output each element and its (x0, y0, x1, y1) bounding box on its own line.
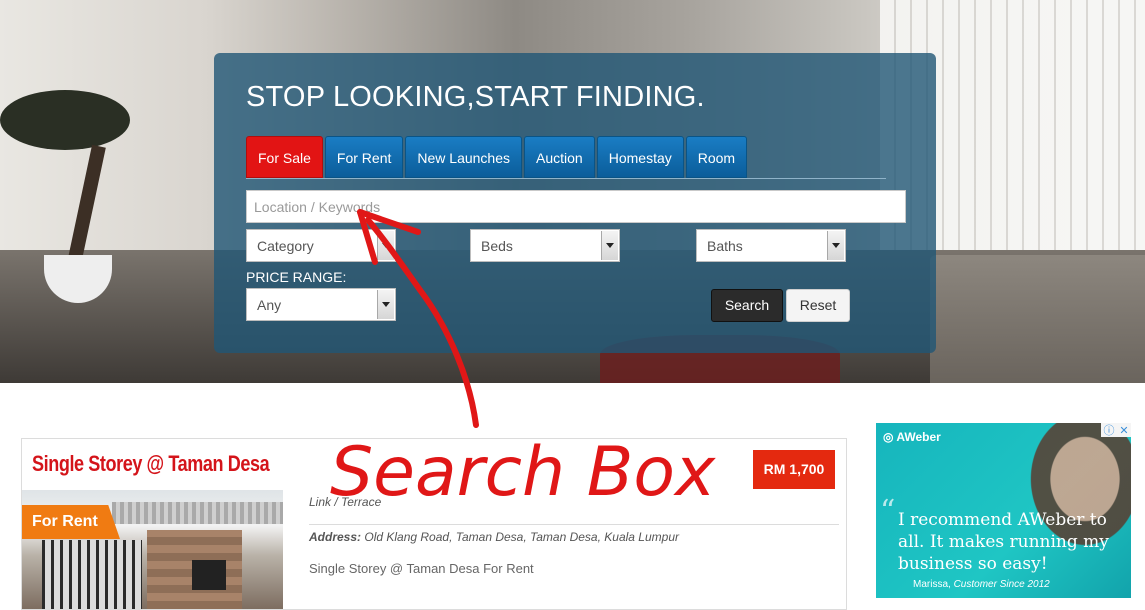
address-label: Address: (309, 530, 362, 544)
listing-title[interactable]: Single Storey @ Taman Desa (32, 451, 270, 477)
photo-roof (112, 502, 283, 524)
tab-auction[interactable]: Auction (524, 136, 595, 178)
category-select[interactable]: Category (246, 229, 396, 262)
tabs-divider (246, 178, 886, 179)
photo-gate (42, 540, 142, 609)
search-panel: STOP LOOKING,START FINDING. For Sale For… (214, 53, 936, 353)
aweber-ad[interactable]: ◎ AWeber ⓘ ✕ “ I recommend AWeber to all… (876, 423, 1131, 598)
price-range-value: Any (257, 297, 282, 313)
tab-room[interactable]: Room (685, 136, 748, 178)
address-line: Address: Old Klang Road, Taman Desa, Tam… (309, 530, 679, 544)
property-type: Link / Terrace (309, 495, 382, 509)
ad-quote-text: I recommend AWeber to all. It makes runn… (898, 510, 1109, 574)
ad-signature: Marissa, Customer Since 2012 (913, 579, 1050, 590)
ad-sig-role: Customer Since 2012 (953, 579, 1050, 590)
tab-for-sale[interactable]: For Sale (246, 136, 323, 178)
price-range-label: PRICE RANGE: (246, 269, 347, 285)
category-select-value: Category (257, 238, 314, 254)
price-badge: RM 1,700 (753, 450, 835, 489)
bonsai-foliage (0, 90, 130, 150)
listing-description: Single Storey @ Taman Desa For Rent (309, 561, 534, 576)
bonsai-trunk (68, 144, 106, 261)
hero-sofa (930, 255, 1145, 383)
beds-select[interactable]: Beds (470, 229, 620, 262)
ad-brand-name: AWeber (896, 430, 941, 444)
beds-select-value: Beds (481, 238, 513, 254)
tab-new-launches[interactable]: New Launches (405, 136, 523, 178)
headline: STOP LOOKING,START FINDING. (246, 81, 705, 113)
listing-type-tabs: For Sale For Rent New Launches Auction H… (246, 136, 748, 178)
ad-info-icon[interactable]: ⓘ (1103, 423, 1114, 438)
chevron-down-icon (827, 231, 844, 260)
chevron-down-icon (377, 231, 394, 260)
search-button[interactable]: Search (711, 289, 783, 322)
chevron-down-icon (377, 290, 394, 319)
photo-window (192, 560, 226, 590)
keyword-search-input[interactable] (246, 190, 906, 223)
quote-mark-icon: “ (880, 494, 896, 529)
ad-sig-name: Marissa, (913, 579, 951, 590)
ad-choices[interactable]: ⓘ ✕ (1101, 423, 1131, 437)
tab-for-rent[interactable]: For Rent (324, 136, 404, 178)
baths-select[interactable]: Baths (696, 229, 846, 262)
address-value: Old Klang Road, Taman Desa, Taman Desa, … (364, 530, 679, 544)
details-divider (309, 524, 839, 525)
ad-brand: ◎ AWeber (883, 430, 941, 444)
reset-button[interactable]: Reset (786, 289, 850, 322)
ad-quote: “ I recommend AWeber to all. It makes ru… (880, 497, 1113, 575)
chevron-down-icon (601, 231, 618, 260)
price-range-select[interactable]: Any (246, 288, 396, 321)
tab-homestay[interactable]: Homestay (596, 136, 684, 178)
baths-select-value: Baths (707, 238, 743, 254)
for-rent-ribbon: For Rent (22, 505, 120, 539)
ad-close-icon[interactable]: ✕ (1119, 424, 1128, 437)
listing-card[interactable]: Single Storey @ Taman Desa RM 1,700 For … (21, 438, 847, 610)
